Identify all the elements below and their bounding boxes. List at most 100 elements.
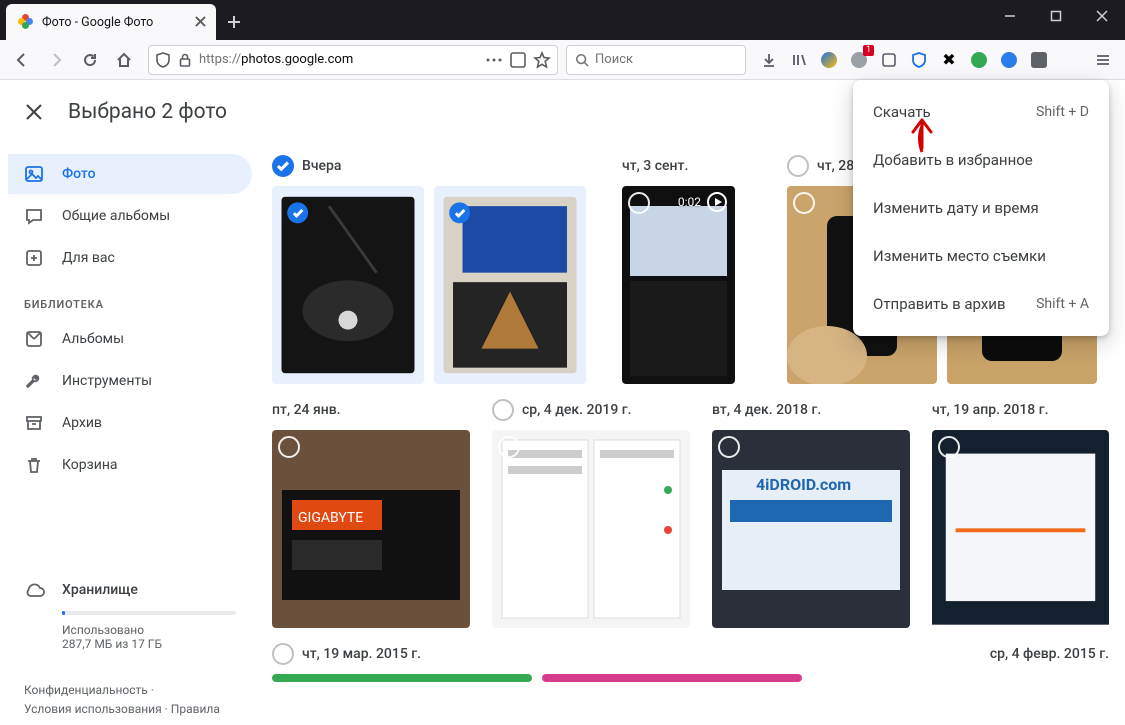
sidebar-item-label: Корзина (62, 457, 118, 473)
date-label: Вчера (302, 158, 341, 174)
menu-item-label: Изменить дату и время (873, 199, 1039, 217)
toolbar-extensions: 1 ✖ (754, 45, 1054, 75)
date-header[interactable]: чт, 19 мар. 2015 г. (272, 640, 892, 668)
window-minimize-button[interactable] (987, 0, 1033, 32)
search-icon (575, 53, 589, 67)
nav-home-button[interactable] (108, 44, 140, 76)
photo-thumb[interactable]: GIGABYTE (272, 430, 470, 628)
nav-reload-button[interactable] (74, 44, 106, 76)
url-bar[interactable]: https://photos.google.com (148, 45, 558, 75)
browser-search-bar[interactable]: Поиск (566, 45, 746, 75)
menu-item-download[interactable]: Скачать Shift + D (853, 88, 1109, 136)
photo-thumb[interactable] (542, 674, 802, 682)
trash-icon (24, 455, 44, 475)
thumb-check-icon[interactable] (278, 436, 300, 458)
tab-close-button[interactable] (192, 13, 208, 29)
sidebar-section-library: БИБЛИОТЕКА (8, 280, 252, 319)
photo-thumb[interactable] (492, 430, 690, 628)
menu-item-label: Изменить место съемки (873, 247, 1046, 265)
extension-1-icon[interactable] (814, 45, 844, 75)
date-label: ср, 4 февр. 2015 г. (990, 646, 1109, 662)
date-label: вт, 4 дек. 2018 г. (712, 402, 821, 418)
tab-title: Фото - Google Фото (42, 15, 153, 30)
sidebar-footer: Конфиденциальность · Условия использован… (8, 667, 252, 725)
menu-item-label: Добавить в избранное (873, 151, 1033, 169)
thumb-check-icon[interactable] (938, 436, 960, 458)
new-tab-button[interactable] (218, 6, 250, 38)
date-header[interactable]: пт, 24 янв. (272, 396, 472, 424)
sidebar-item-photos[interactable]: Фото (8, 154, 252, 194)
sidebar-item-albums[interactable]: Альбомы (8, 319, 252, 359)
date-header[interactable]: чт, 19 апр. 2018 г. (932, 396, 1109, 424)
extension-2-icon[interactable]: 1 (844, 45, 874, 75)
date-header[interactable]: ср, 4 февр. 2015 г. (912, 640, 1109, 668)
window-maximize-button[interactable] (1033, 0, 1079, 32)
date-header[interactable]: Вчера (272, 152, 602, 180)
group-select-unchecked-icon[interactable] (272, 643, 294, 665)
date-label: ср, 4 дек. 2019 г. (522, 402, 632, 418)
svg-text:GIGABYTE: GIGABYTE (298, 510, 363, 526)
extension-6-icon[interactable] (964, 45, 994, 75)
video-thumb[interactable]: 0:02 (622, 186, 735, 384)
extension-3-icon[interactable] (874, 45, 904, 75)
menu-item-archive[interactable]: Отправить в архив Shift + A (853, 280, 1109, 328)
date-header[interactable]: ср, 4 дек. 2019 г. (492, 396, 692, 424)
lock-icon[interactable] (177, 52, 193, 68)
menu-item-edit-date[interactable]: Изменить дату и время (853, 184, 1109, 232)
nav-back-button[interactable] (6, 44, 38, 76)
page-actions-icon[interactable] (485, 51, 503, 69)
thumb-check-icon[interactable] (793, 192, 815, 214)
sidebar-item-tools[interactable]: Инструменты (8, 361, 252, 401)
footer-link[interactable]: Конфиденциальность (24, 683, 148, 697)
extension-4-icon[interactable] (904, 45, 934, 75)
date-header[interactable]: вт, 4 дек. 2018 г. (712, 396, 912, 424)
cloud-icon (24, 579, 46, 601)
sidebar-item-for-you[interactable]: Для вас (8, 238, 252, 278)
photo-thumb[interactable] (282, 197, 415, 374)
menu-item-favorite[interactable]: Добавить в избранное (853, 136, 1109, 184)
storage-widget[interactable]: Хранилище Использовано287,7 МБ из 17 ГБ (8, 567, 252, 667)
thumb-check-icon[interactable] (287, 202, 308, 223)
archive-icon (24, 413, 44, 433)
library-icon[interactable] (784, 45, 814, 75)
selection-title: Выбрано 2 фото (68, 100, 227, 124)
photo-thumb[interactable] (272, 674, 532, 682)
browser-tab[interactable]: Фото - Google Фото (6, 4, 216, 40)
footer-link[interactable]: Правила (171, 702, 220, 716)
date-label: пт, 24 янв. (272, 402, 341, 418)
tracking-shield-icon[interactable] (155, 52, 171, 68)
sidebar-item-label: Инструменты (62, 373, 152, 389)
photo-thumb[interactable] (932, 430, 1109, 628)
tools-icon (24, 371, 44, 391)
date-header[interactable]: чт, 3 сент. (622, 152, 767, 180)
menu-item-shortcut: Shift + D (1036, 104, 1089, 120)
extension-7-icon[interactable] (994, 45, 1024, 75)
photo-thumb[interactable] (444, 197, 577, 374)
sidebar-item-label: Для вас (62, 250, 115, 266)
thumb-check-icon[interactable] (628, 192, 650, 214)
sidebar-item-shared[interactable]: Общие альбомы (8, 196, 252, 236)
bookmark-star-icon[interactable] (533, 51, 551, 69)
reader-icon[interactable] (509, 51, 527, 69)
group-select-unchecked-icon[interactable] (787, 155, 809, 177)
thumb-check-icon[interactable] (498, 436, 520, 458)
browser-menu-button[interactable] (1087, 44, 1119, 76)
menu-item-edit-location[interactable]: Изменить место съемки (853, 232, 1109, 280)
group-select-unchecked-icon[interactable] (492, 399, 514, 421)
thumb-check-icon[interactable] (449, 202, 470, 223)
footer-link[interactable]: Условия использования (24, 702, 162, 716)
thumb-check-icon[interactable] (718, 436, 740, 458)
sidebar-item-archive[interactable]: Архив (8, 403, 252, 443)
download-icon[interactable] (754, 45, 784, 75)
group-select-checked-icon[interactable] (272, 155, 294, 177)
photo-thumb[interactable]: 4iDROID.com (712, 430, 910, 628)
extension-8-icon[interactable] (1024, 45, 1054, 75)
sidebar-item-trash[interactable]: Корзина (8, 445, 252, 485)
extension-5-icon[interactable]: ✖ (934, 45, 964, 75)
google-photos-favicon (18, 14, 34, 30)
nav-forward-button[interactable] (40, 44, 72, 76)
selection-close-button[interactable] (22, 100, 46, 124)
album-icon (24, 329, 44, 349)
window-titlebar: Фото - Google Фото (0, 0, 1125, 40)
window-close-button[interactable] (1079, 0, 1125, 32)
